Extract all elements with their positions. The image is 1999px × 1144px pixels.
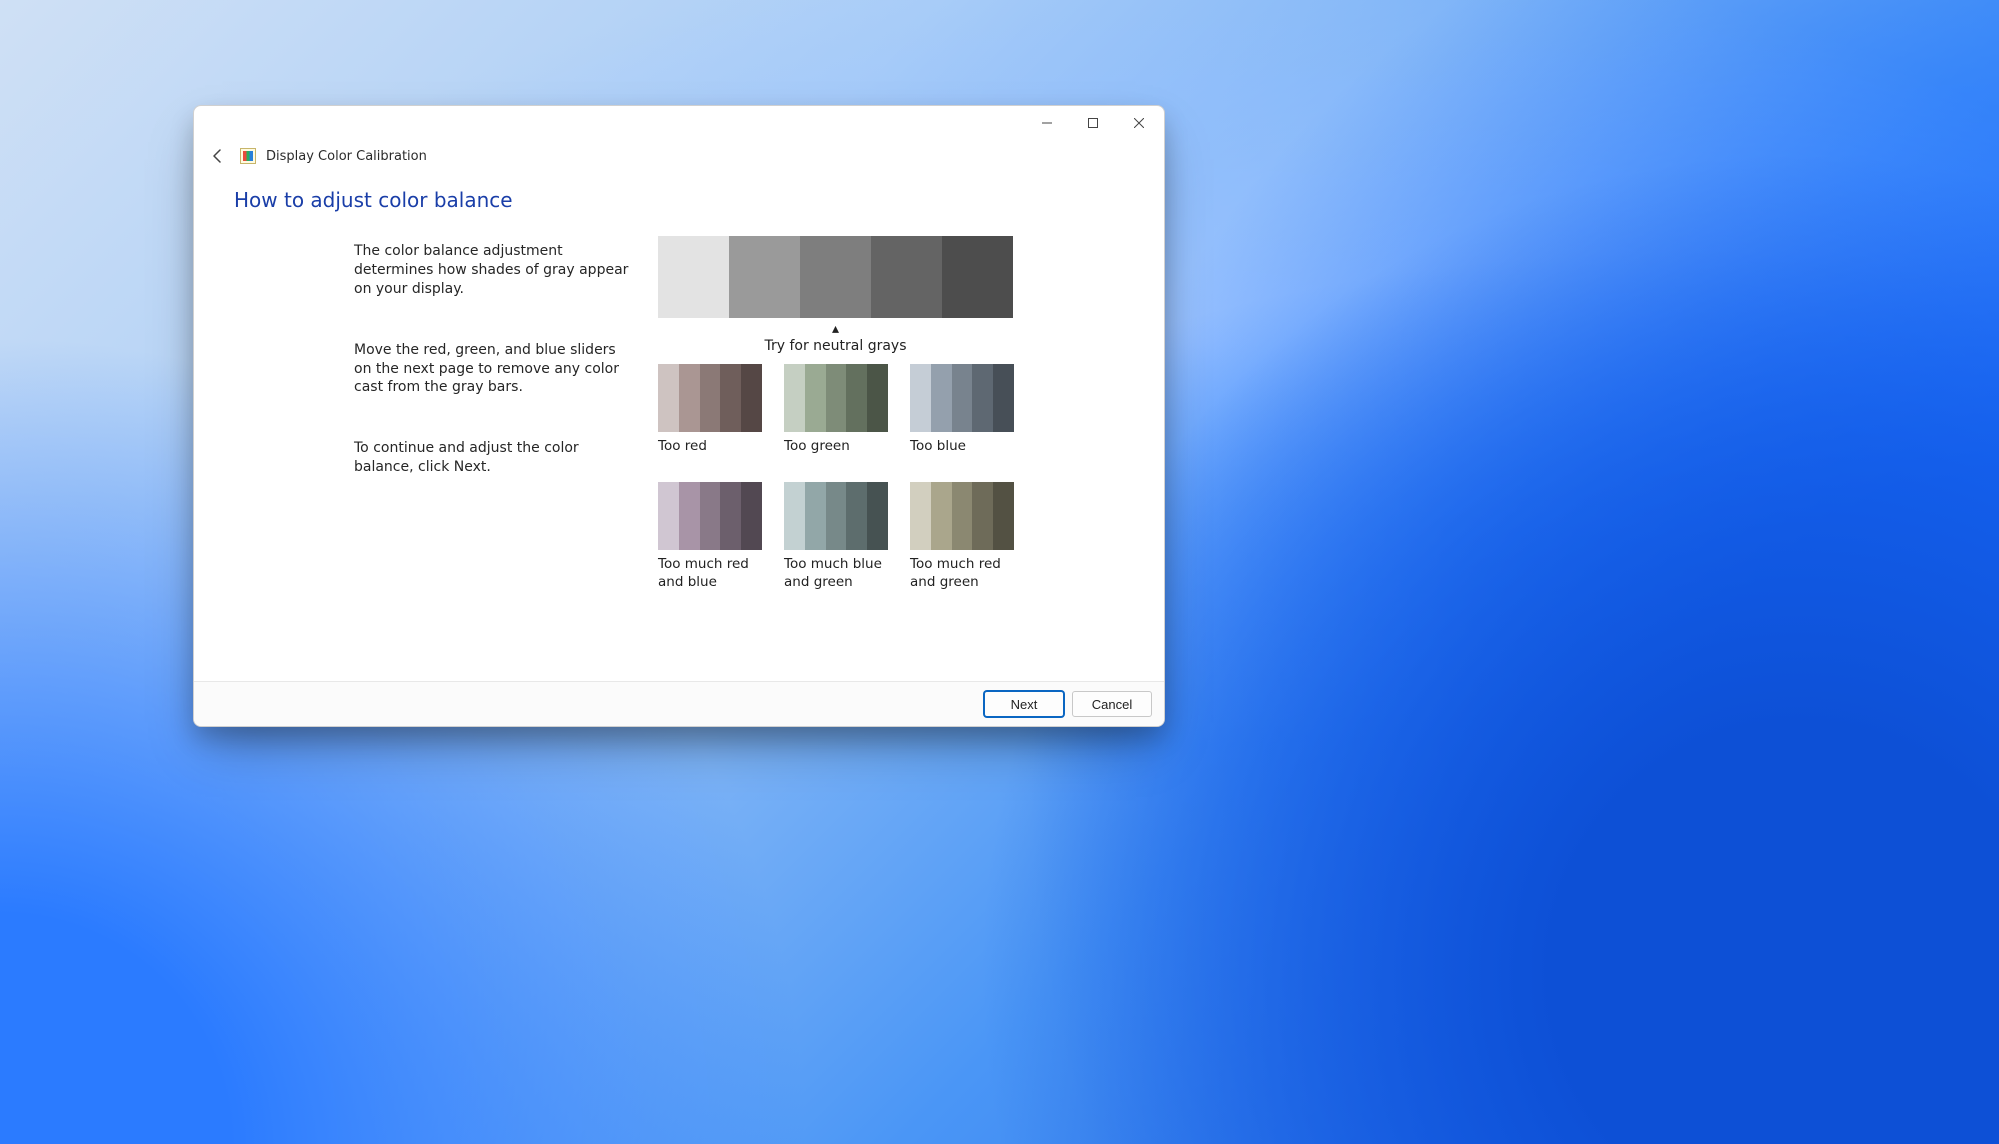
swatch-label: Too blue bbox=[910, 438, 1014, 474]
maximize-icon bbox=[1088, 118, 1098, 128]
swatch-segment bbox=[700, 482, 721, 550]
neutral-gray-segment bbox=[942, 236, 1013, 318]
swatch-segment bbox=[910, 364, 931, 432]
swatch-segment bbox=[658, 364, 679, 432]
window-titlebar bbox=[194, 106, 1164, 140]
close-icon bbox=[1134, 118, 1144, 128]
neutral-gray-bar bbox=[658, 236, 1013, 318]
swatch-segment bbox=[952, 364, 973, 432]
page-heading: How to adjust color balance bbox=[234, 188, 1124, 212]
swatch-segment bbox=[784, 364, 805, 432]
swatch-segment bbox=[679, 364, 700, 432]
swatch-segment bbox=[952, 482, 973, 550]
swatch-bar bbox=[910, 482, 1014, 550]
swatch-segment bbox=[867, 482, 888, 550]
swatch-segment bbox=[741, 482, 762, 550]
back-button[interactable] bbox=[206, 144, 230, 168]
instruction-paragraph-1: The color balance adjustment determines … bbox=[354, 242, 634, 299]
target-arrow-icon: ▴ bbox=[658, 322, 1013, 336]
swatch-segment bbox=[993, 364, 1014, 432]
swatch-segment bbox=[910, 482, 931, 550]
swatch-segment bbox=[931, 364, 952, 432]
swatch-too-red: Too red bbox=[658, 364, 762, 474]
swatch-segment bbox=[741, 364, 762, 432]
neutral-gray-segment bbox=[729, 236, 800, 318]
swatch-segment bbox=[826, 364, 847, 432]
back-arrow-icon bbox=[211, 149, 225, 163]
swatch-segment bbox=[846, 482, 867, 550]
swatch-too-green: Too green bbox=[784, 364, 888, 474]
maximize-button[interactable] bbox=[1070, 108, 1116, 138]
instruction-paragraph-2: Move the red, green, and blue sliders on… bbox=[354, 341, 634, 398]
neutral-gray-segment bbox=[658, 236, 729, 318]
wizard-header: Display Color Calibration bbox=[194, 140, 1164, 176]
swatch-too-blue: Too blue bbox=[910, 364, 1014, 474]
swatch-bar bbox=[658, 364, 762, 432]
swatch-bar bbox=[784, 364, 888, 432]
swatch-segment bbox=[846, 364, 867, 432]
neutral-caption: Try for neutral grays bbox=[658, 338, 1013, 354]
minimize-button[interactable] bbox=[1024, 108, 1070, 138]
swatch-too-red-blue: Too much red and blue bbox=[658, 482, 762, 592]
sample-column: ▴ Try for neutral grays Too red Too green… bbox=[658, 236, 1124, 592]
swatch-label: Too much blue and green bbox=[784, 556, 888, 592]
swatch-label: Too red bbox=[658, 438, 762, 474]
swatch-segment bbox=[658, 482, 679, 550]
swatch-segment bbox=[867, 364, 888, 432]
swatch-segment bbox=[784, 482, 805, 550]
swatch-bar bbox=[910, 364, 1014, 432]
swatch-label: Too green bbox=[784, 438, 888, 474]
instruction-paragraph-3: To continue and adjust the color balance… bbox=[354, 439, 634, 477]
swatch-segment bbox=[700, 364, 721, 432]
swatch-segment bbox=[972, 364, 993, 432]
desktop-wallpaper: Display Color Calibration How to adjust … bbox=[0, 0, 1999, 1144]
cancel-button[interactable]: Cancel bbox=[1072, 691, 1152, 717]
minimize-icon bbox=[1042, 118, 1052, 128]
instruction-text-column: The color balance adjustment determines … bbox=[354, 236, 634, 592]
calibration-wizard-window: Display Color Calibration How to adjust … bbox=[193, 105, 1165, 727]
swatch-segment bbox=[993, 482, 1014, 550]
swatch-bar bbox=[658, 482, 762, 550]
swatch-too-red-green: Too much red and green bbox=[910, 482, 1014, 592]
neutral-gray-segment bbox=[800, 236, 871, 318]
swatch-segment bbox=[805, 364, 826, 432]
swatch-segment bbox=[931, 482, 952, 550]
swatch-bar bbox=[784, 482, 888, 550]
wizard-body: How to adjust color balance The color ba… bbox=[194, 176, 1164, 681]
wizard-footer: Next Cancel bbox=[194, 681, 1164, 726]
color-cast-swatch-grid: Too red Too green Too blue Too much red and… bbox=[658, 364, 1124, 592]
swatch-label: Too much red and green bbox=[910, 556, 1014, 592]
window-title: Display Color Calibration bbox=[266, 149, 427, 164]
swatch-label: Too much red and blue bbox=[658, 556, 762, 592]
swatch-segment bbox=[805, 482, 826, 550]
close-button[interactable] bbox=[1116, 108, 1162, 138]
calibration-app-icon bbox=[240, 148, 256, 164]
swatch-segment bbox=[720, 482, 741, 550]
neutral-gray-segment bbox=[871, 236, 942, 318]
swatch-too-blue-green: Too much blue and green bbox=[784, 482, 888, 592]
next-button[interactable]: Next bbox=[984, 691, 1064, 717]
swatch-segment bbox=[679, 482, 700, 550]
swatch-segment bbox=[972, 482, 993, 550]
swatch-segment bbox=[720, 364, 741, 432]
swatch-segment bbox=[826, 482, 847, 550]
